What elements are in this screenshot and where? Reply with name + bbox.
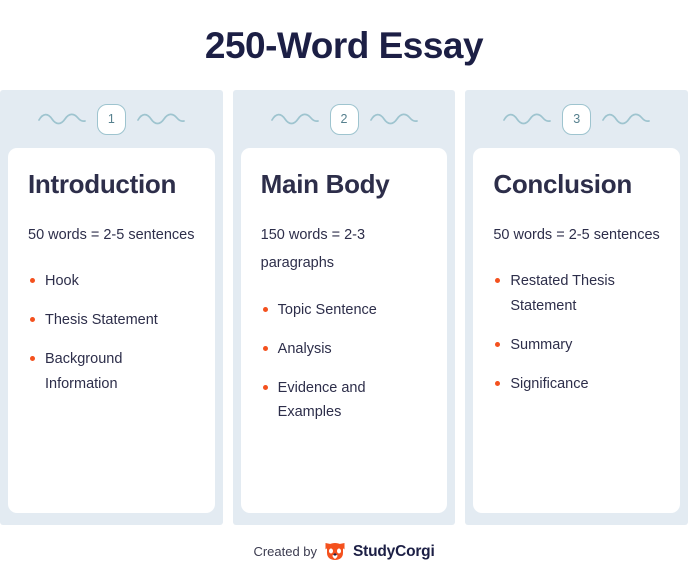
list-item: Significance <box>493 372 660 397</box>
step-header-3: 3 <box>465 90 688 148</box>
brand-name: StudyCorgi <box>353 542 435 560</box>
step-bullet-list-3: Restated Thesis Statement Summary Signif… <box>493 269 660 397</box>
wave-squiggle-icon <box>37 113 86 125</box>
header: 250-Word Essay <box>0 0 688 90</box>
step-card-2: Main Body 150 words = 2-3 paragraphs Top… <box>240 148 448 513</box>
step-card-3: Conclusion 50 words = 2-5 sentences Rest… <box>473 148 681 513</box>
steps-band: 1 Introduction 50 words = 2-5 sentences … <box>0 90 688 525</box>
list-item: Thesis Statement <box>28 308 195 333</box>
list-item: Background Information <box>28 347 195 397</box>
step-meta-1: 50 words = 2-5 sentences <box>28 227 195 244</box>
footer: Created by StudyCorgi <box>0 525 688 578</box>
step-title-1: Introduction <box>28 169 177 199</box>
list-item: Summary <box>493 333 660 358</box>
column-divider <box>222 90 233 525</box>
step-bullet-list-1: Hook Thesis Statement Background Informa… <box>28 269 195 397</box>
step-header-2: 2 <box>233 90 456 148</box>
list-item: Hook <box>28 269 195 294</box>
wave-squiggle-icon <box>136 113 185 125</box>
infographic-root: 250-Word Essay 1 Introduction 50 words =… <box>0 0 688 578</box>
step-bullet-list-2: Topic Sentence Analysis Evidence and Exa… <box>261 298 428 426</box>
column-divider <box>455 90 466 525</box>
page-title: 250-Word Essay <box>204 24 484 66</box>
step-title-2: Main Body <box>260 169 390 199</box>
step-meta-2: 150 words = 2-3 paragraphs <box>260 227 366 272</box>
step-column-1: 1 Introduction 50 words = 2-5 sentences … <box>0 90 223 525</box>
step-header-1: 1 <box>0 90 223 148</box>
corgi-face-icon <box>325 543 345 560</box>
step-column-3: 3 Conclusion 50 words = 2-5 sentences Re… <box>465 90 688 525</box>
step-number-badge-2: 2 <box>329 103 359 135</box>
wave-squiggle-icon <box>602 113 651 125</box>
step-meta-3: 50 words = 2-5 sentences <box>493 227 660 244</box>
wave-squiggle-icon <box>369 113 418 125</box>
step-title-3: Conclusion <box>493 169 632 199</box>
step-column-2: 2 Main Body 150 words = 2-3 paragraphs T… <box>232 90 456 525</box>
wave-squiggle-icon <box>270 113 319 125</box>
step-number-badge-3: 3 <box>562 103 592 135</box>
list-item: Topic Sentence <box>261 298 428 323</box>
step-number-badge-1: 1 <box>96 103 126 135</box>
footer-credit-text: Created by <box>253 544 318 559</box>
list-item: Restated Thesis Statement <box>493 269 660 319</box>
step-card-1: Introduction 50 words = 2-5 sentences Ho… <box>8 148 215 513</box>
wave-squiggle-icon <box>503 113 552 125</box>
list-item: Analysis <box>261 337 428 362</box>
list-item: Evidence and Examples <box>261 376 428 426</box>
